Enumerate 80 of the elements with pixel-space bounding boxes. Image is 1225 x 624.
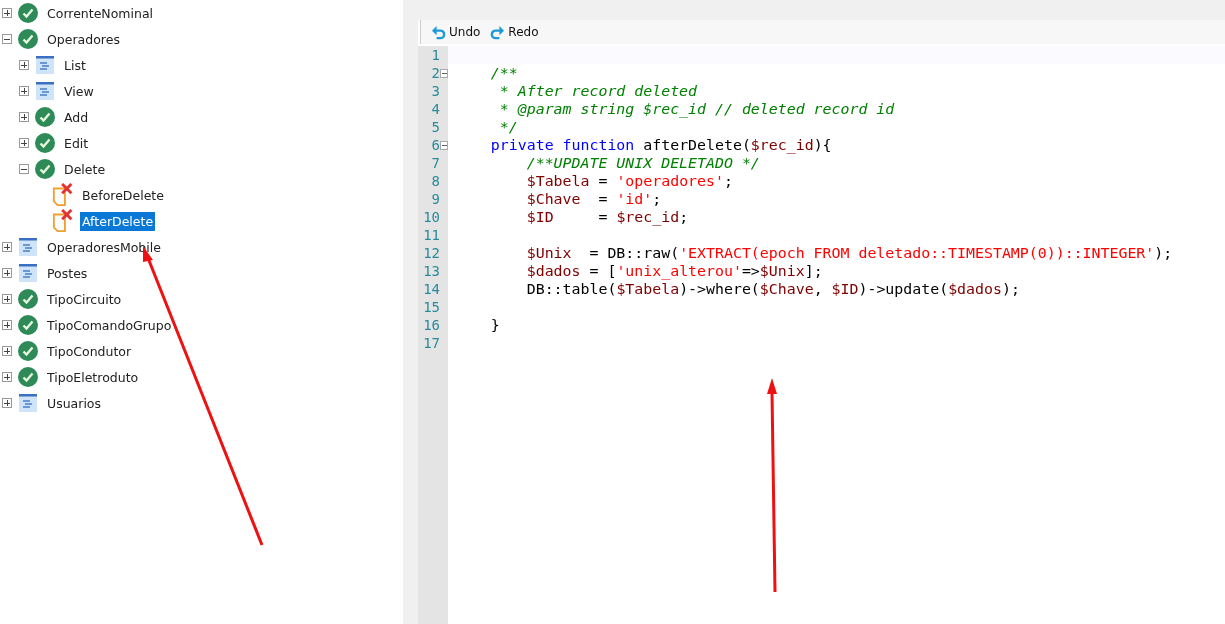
tree-item[interactable]: Edit bbox=[62, 133, 91, 153]
code-line: /**UPDATE UNIX DELETADO */ bbox=[525, 154, 760, 172]
undo-button[interactable]: Undo bbox=[429, 24, 483, 40]
line-number: 5 bbox=[430, 118, 440, 136]
list-page-icon bbox=[35, 81, 55, 101]
code-line: $dados = ['unix_alterou'=>$Unix]; bbox=[525, 262, 823, 280]
tree-item[interactable]: TipoCondutor bbox=[45, 341, 134, 361]
expander-toggle[interactable] bbox=[2, 372, 12, 382]
tree-item[interactable]: List bbox=[62, 55, 88, 75]
line-number: 16 bbox=[422, 316, 440, 334]
tree-item[interactable]: Delete bbox=[62, 159, 108, 179]
checkmark-circle-icon bbox=[18, 289, 38, 309]
expander-toggle[interactable] bbox=[2, 346, 12, 356]
line-number: 4 bbox=[430, 100, 440, 118]
line-number: 12 bbox=[422, 244, 440, 262]
expander-toggle[interactable] bbox=[19, 164, 29, 174]
code-line: /** bbox=[489, 64, 518, 82]
code-line: } bbox=[489, 316, 500, 334]
line-number: 6 bbox=[430, 136, 440, 154]
code-line: * @param string $rec_id // deleted record id bbox=[498, 100, 895, 118]
list-page-icon bbox=[35, 55, 55, 75]
code-line: */ bbox=[498, 118, 518, 136]
checkmark-circle-icon bbox=[18, 367, 38, 387]
expander-toggle[interactable] bbox=[2, 294, 12, 304]
tree-item[interactable]: TipoComandoGrupo bbox=[45, 315, 174, 335]
list-page-icon bbox=[18, 393, 38, 413]
tree-item[interactable]: CorrenteNominal bbox=[45, 3, 156, 23]
tree-item[interactable]: TipoCircuito bbox=[45, 289, 124, 309]
code-line: $ID = $rec_id; bbox=[525, 208, 689, 226]
redo-icon bbox=[490, 24, 506, 40]
line-number: 14 bbox=[422, 280, 440, 298]
fold-toggle[interactable] bbox=[440, 68, 448, 78]
line-number: 8 bbox=[430, 172, 440, 190]
expander-toggle[interactable] bbox=[19, 60, 29, 70]
checkmark-circle-icon bbox=[35, 159, 55, 179]
list-page-icon bbox=[18, 237, 38, 257]
expander-toggle[interactable] bbox=[2, 268, 12, 278]
line-number: 17 bbox=[422, 334, 440, 352]
expander-toggle[interactable] bbox=[2, 320, 12, 330]
checkmark-circle-icon bbox=[18, 341, 38, 361]
expander-toggle[interactable] bbox=[2, 398, 12, 408]
code-line: $Chave = 'id'; bbox=[525, 190, 662, 208]
code-line: private function afterDelete($rec_id){ bbox=[489, 136, 832, 154]
fold-toggle[interactable] bbox=[440, 140, 448, 150]
line-number: 10 bbox=[422, 208, 440, 226]
checkmark-circle-icon bbox=[18, 315, 38, 335]
expander-toggle[interactable] bbox=[19, 86, 29, 96]
tree-item[interactable]: View bbox=[62, 81, 96, 101]
line-number: 13 bbox=[422, 262, 440, 280]
expander-toggle[interactable] bbox=[2, 242, 12, 252]
checkmark-circle-icon bbox=[35, 107, 55, 127]
tree-item[interactable]: Operadores bbox=[45, 29, 122, 49]
redo-button[interactable]: Redo bbox=[488, 24, 541, 40]
line-number: 9 bbox=[430, 190, 440, 208]
line-number: 3 bbox=[430, 82, 440, 100]
tree-item[interactable]: AfterDelete bbox=[80, 211, 156, 231]
code-line: $Unix = DB::raw('EXTRACT(epoch FROM deletado::TIMESTAMP(0))::INTEGER'); bbox=[525, 244, 1173, 262]
expander-toggle[interactable] bbox=[19, 138, 29, 148]
list-page-icon bbox=[18, 263, 38, 283]
line-number: 11 bbox=[422, 226, 440, 244]
expander-toggle[interactable] bbox=[2, 8, 12, 18]
checkmark-circle-icon bbox=[18, 3, 38, 23]
tree-item[interactable]: OperadoresMobile bbox=[45, 237, 163, 257]
tree-item[interactable]: Postes bbox=[45, 263, 90, 283]
undo-icon bbox=[431, 24, 446, 40]
tree-item[interactable]: Usuarios bbox=[45, 393, 104, 413]
checkmark-circle-icon bbox=[18, 29, 38, 49]
checkmark-circle-icon bbox=[35, 133, 55, 153]
line-number: 7 bbox=[430, 154, 440, 172]
code-line: * After record deleted bbox=[498, 82, 698, 100]
code-line: $Tabela = 'operadores'; bbox=[525, 172, 733, 190]
tree-item[interactable]: BeforeDelete bbox=[80, 185, 166, 205]
code-line: DB::table($Tabela)->where($Chave, $ID)->update($dados); bbox=[525, 280, 1020, 298]
line-number: 2 bbox=[430, 64, 440, 82]
expander-toggle[interactable] bbox=[19, 112, 29, 122]
line-number: 1 bbox=[430, 46, 440, 64]
tree-item[interactable]: TipoEletroduto bbox=[45, 367, 141, 387]
expander-toggle[interactable] bbox=[2, 34, 12, 44]
tree-item[interactable]: Add bbox=[62, 107, 91, 127]
line-number: 15 bbox=[422, 298, 440, 316]
